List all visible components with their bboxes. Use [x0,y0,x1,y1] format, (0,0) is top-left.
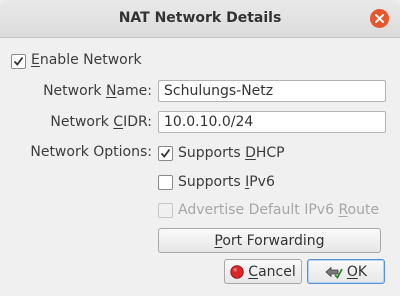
port-forwarding-button[interactable]: Port Forwarding [158,228,381,253]
checkmark-icon [13,56,24,66]
window-title: NAT Network Details [118,10,282,26]
supports-dhcp-label[interactable]: Supports DHCP [178,145,285,161]
network-cidr-field[interactable]: 10.0.10.0/24 [158,111,386,133]
network-options-label: Network Options: [30,144,152,160]
ok-button[interactable]: OK [307,259,385,284]
cancel-label: Cancel [248,263,296,280]
network-cidr-label: Network CIDR: [50,114,152,130]
cancel-button[interactable]: Cancel [224,259,302,284]
enable-network-checkbox[interactable] [11,54,26,69]
advertise-ipv6-route-label: Advertise Default IPv6 Route [178,202,380,218]
close-button[interactable] [370,9,389,28]
ok-icon [325,265,343,279]
port-forwarding-label: Port Forwarding [214,232,325,249]
supports-ipv6-label[interactable]: Supports IPv6 [178,174,275,190]
checkmark-icon [160,148,171,158]
title-bar[interactable]: NAT Network Details [0,0,400,38]
network-name-field[interactable]: Schulungs-Netz [158,80,386,102]
ok-label: OK [346,263,368,280]
nat-network-details-dialog: NAT Network Details Enable Network Netwo… [0,0,400,296]
enable-network-label[interactable]: Enable Network [31,52,142,68]
advertise-ipv6-route-checkbox[interactable] [158,203,173,218]
supports-dhcp-checkbox[interactable] [158,146,173,161]
network-name-label: Network Name: [43,83,152,99]
supports-ipv6-checkbox[interactable] [158,175,173,190]
cancel-icon [230,264,244,279]
close-icon [375,14,384,23]
